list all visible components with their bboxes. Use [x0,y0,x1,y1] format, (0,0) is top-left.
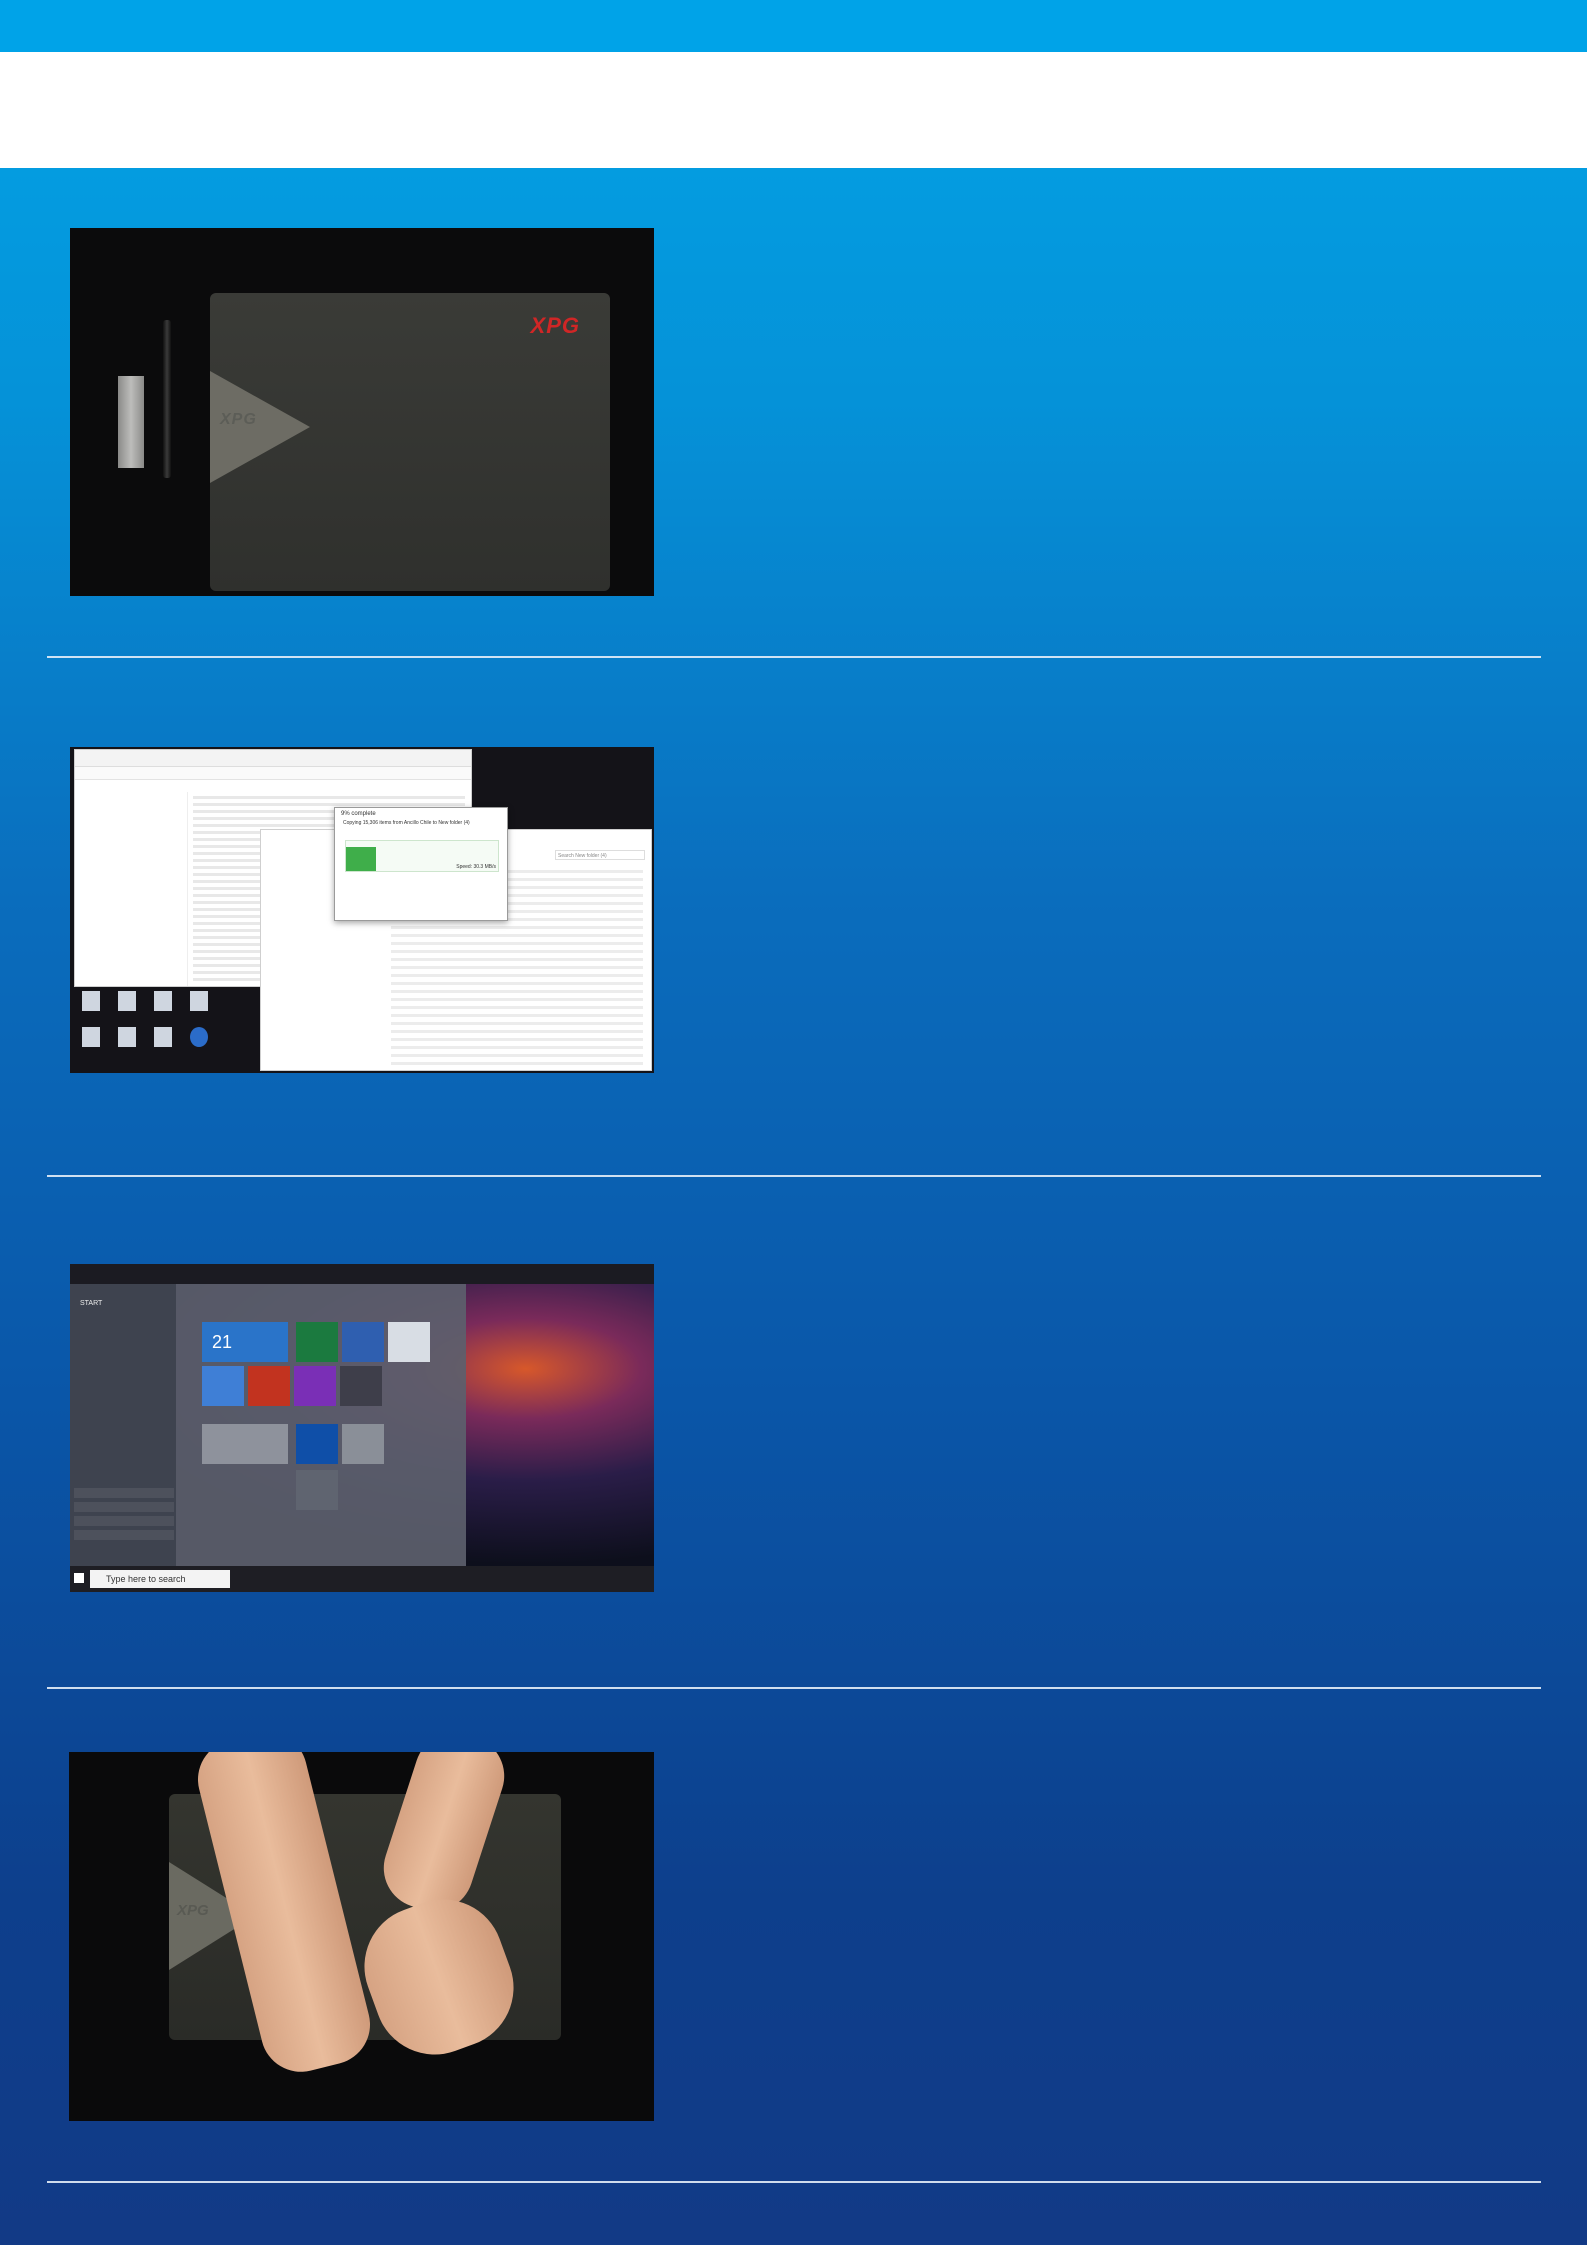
red-brand-logo: XPG [530,313,580,338]
menu-item [74,1530,174,1540]
lid-emboss-logo: XPG [220,411,257,428]
desktop-icons [78,987,248,1067]
start-menu: START 21 [70,1284,466,1566]
taskbar-search-input: Type here to search [90,1570,230,1588]
app-tile [388,1322,430,1362]
top-accent-bar [0,0,1587,52]
photo-laptop-unboxing: XPG XPG [70,228,654,596]
app-tile [248,1366,290,1406]
copy-progress-dialog: 9% complete Copying 15,306 items from An… [334,807,508,921]
transfer-graph: Speed: 30.3 MB/s [345,840,499,872]
dialog-title: 9% complete [341,811,376,817]
screwdriver [163,320,171,478]
file-icon [154,1027,172,1047]
store-tile [202,1424,288,1464]
ssd-module [118,376,144,468]
menu-item [74,1516,174,1526]
section-divider [47,1175,1541,1177]
file-icon [154,991,172,1011]
taskbar: Type here to search [70,1566,654,1592]
app-tile [342,1322,384,1362]
calendar-tile: 21 [202,1322,288,1362]
top-icon-strip [70,1264,654,1284]
header-band [0,52,1587,168]
app-tile [340,1366,382,1406]
transfer-graph-fill [346,847,376,871]
start-left-column: START [70,1284,176,1566]
skype-tile [296,1470,338,1510]
window-titlebar [75,750,471,767]
menu-item [74,1502,174,1512]
file-icon [118,1027,136,1047]
search-input: Search New folder (4) [555,850,645,860]
section-divider [47,656,1541,658]
screenshot-file-copy: Search New folder (4) 9% complete Copyin… [70,747,654,1073]
file-icon [82,1027,100,1047]
lid-emboss-logo: XPG [177,1902,209,1919]
section-divider [47,2181,1541,2183]
calendar-date: 21 [212,1332,233,1352]
edge-tile [296,1424,338,1464]
window-ribbon [75,767,471,780]
app-tile [294,1366,336,1406]
file-icon [118,991,136,1011]
screenshot-start-menu: START 21 Type here to search [70,1264,654,1592]
menu-item [74,1488,174,1498]
laptop-lid: XPG XPG [210,293,610,591]
app-tile [296,1322,338,1362]
copy-status-line: Copying 15,306 items from Ancillo Chile … [343,820,470,826]
file-icon [190,991,208,1011]
edge-icon [190,1027,208,1047]
photo-hands-opening-lid: XPG [69,1752,654,2121]
file-icon [82,991,100,1011]
section-divider [47,1687,1541,1689]
app-tile [342,1424,384,1464]
windows-start-icon [74,1573,84,1583]
app-tile [202,1366,244,1406]
navigation-pane [75,792,188,986]
start-label: START [80,1300,103,1307]
speed-readout: Speed: 30.3 MB/s [456,864,496,870]
